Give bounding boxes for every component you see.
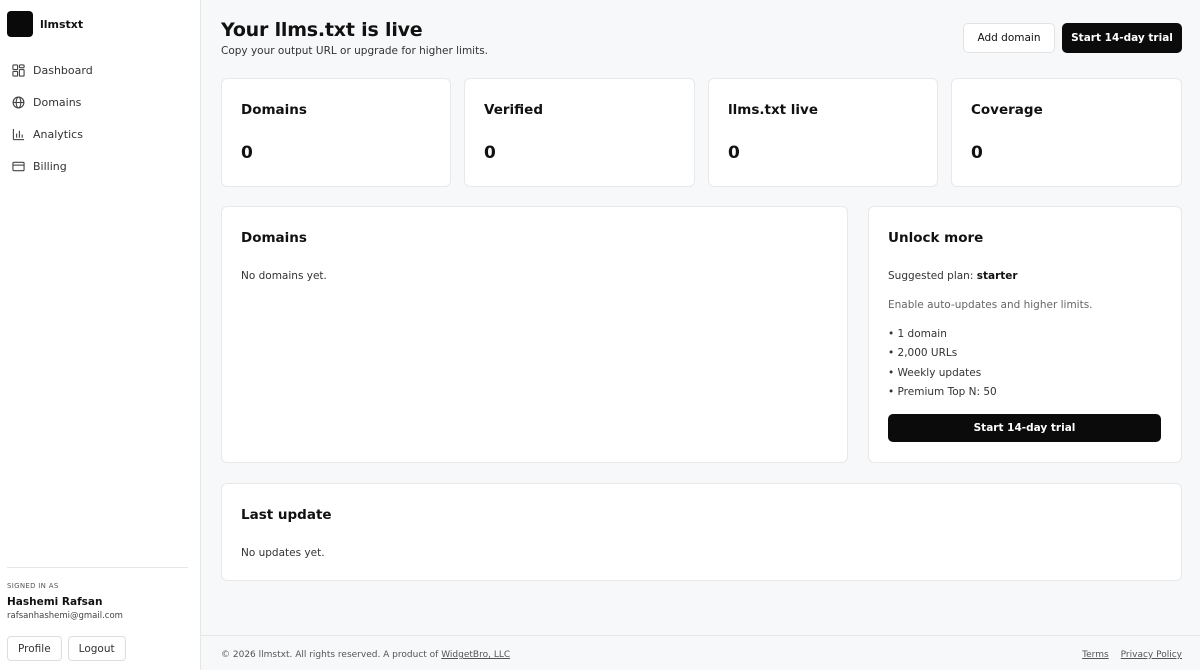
logout-button[interactable]: Logout xyxy=(67,636,126,661)
account-actions: Profile Logout xyxy=(7,636,126,661)
credit-card-icon xyxy=(12,160,25,173)
footer-copyright: © 2026 llmstxt. All rights reserved. A p… xyxy=(221,650,510,660)
sidebar-nav: Dashboard Domains Analytics Billing xyxy=(0,60,200,188)
sidebar-item-dashboard[interactable]: Dashboard xyxy=(0,60,200,81)
domains-card: Domains No domains yet. xyxy=(221,206,848,463)
last-update-empty-text: No updates yet. xyxy=(241,547,325,559)
stat-card-verified: Verified 0 xyxy=(464,78,695,187)
stat-value: 0 xyxy=(484,143,496,163)
unlock-description: Enable auto-updates and higher limits. xyxy=(888,299,1093,311)
sidebar-item-label: Dashboard xyxy=(33,64,93,77)
globe-icon xyxy=(12,96,25,109)
privacy-link[interactable]: Privacy Policy xyxy=(1121,650,1182,660)
suggested-plan-prefix: Suggested plan: xyxy=(888,270,974,282)
last-update-card: Last update No updates yet. xyxy=(221,483,1182,581)
footer: © 2026 llmstxt. All rights reserved. A p… xyxy=(201,635,1200,670)
company-link[interactable]: WidgetBro, LLC xyxy=(441,650,510,660)
unlock-start-trial-button[interactable]: Start 14-day trial xyxy=(888,414,1161,442)
copyright-text: © 2026 llmstxt. All rights reserved. A p… xyxy=(221,650,439,660)
brand-name: llmstxt xyxy=(40,17,84,31)
bar-chart-icon xyxy=(12,128,25,141)
sidebar-item-label: Domains xyxy=(33,96,82,109)
brand[interactable]: llmstxt xyxy=(7,11,83,37)
sidebar-item-analytics[interactable]: Analytics xyxy=(0,124,200,145)
sidebar-item-billing[interactable]: Billing xyxy=(0,156,200,177)
suggested-plan-name: starter xyxy=(976,270,1018,282)
dashboard-grid-icon xyxy=(12,64,25,77)
feature-item: • 2,000 URLs xyxy=(888,347,958,359)
signed-in-block: SIGNED IN AS Hashemi Rafsan rafsanhashem… xyxy=(7,567,188,621)
unlock-card: Unlock more Suggested plan: starter Enab… xyxy=(868,206,1182,463)
feature-item: • 1 domain xyxy=(888,328,947,340)
stat-card-llms-live: llms.txt live 0 xyxy=(708,78,938,187)
domains-card-title: Domains xyxy=(241,230,307,246)
suggested-plan: Suggested plan: starter xyxy=(888,270,1018,282)
domains-empty-text: No domains yet. xyxy=(241,270,327,282)
user-name: Hashemi Rafsan xyxy=(7,596,103,608)
stat-value: 0 xyxy=(241,143,253,163)
stat-card-coverage: Coverage 0 xyxy=(951,78,1182,187)
stat-label: Verified xyxy=(484,102,543,118)
footer-links: Terms Privacy Policy xyxy=(1082,650,1182,660)
sidebar-item-domains[interactable]: Domains xyxy=(0,92,200,113)
stat-label: Domains xyxy=(241,102,307,118)
sidebar-item-label: Analytics xyxy=(33,128,83,141)
signed-in-label: SIGNED IN AS xyxy=(7,582,59,590)
brand-logo xyxy=(7,11,33,37)
add-domain-button[interactable]: Add domain xyxy=(963,23,1055,53)
feature-item: • Weekly updates xyxy=(888,367,982,379)
sidebar-item-label: Billing xyxy=(33,160,67,173)
sidebar: llmstxt Dashboard Domains Analytics Bill… xyxy=(0,0,201,670)
last-update-title: Last update xyxy=(241,507,332,523)
page-subtitle: Copy your output URL or upgrade for high… xyxy=(221,45,489,57)
stat-value: 0 xyxy=(971,143,983,163)
profile-button[interactable]: Profile xyxy=(7,636,62,661)
user-email: rafsanhashemi@gmail.com xyxy=(7,611,123,621)
feature-item: • Premium Top N: 50 xyxy=(888,386,997,398)
terms-link[interactable]: Terms xyxy=(1082,650,1109,660)
stat-card-domains: Domains 0 xyxy=(221,78,451,187)
stat-label: llms.txt live xyxy=(728,102,819,118)
stat-value: 0 xyxy=(728,143,740,163)
stat-label: Coverage xyxy=(971,102,1043,118)
start-trial-button[interactable]: Start 14-day trial xyxy=(1062,23,1182,53)
unlock-title: Unlock more xyxy=(888,230,984,246)
page-title: Your llms.txt is live xyxy=(221,19,423,41)
